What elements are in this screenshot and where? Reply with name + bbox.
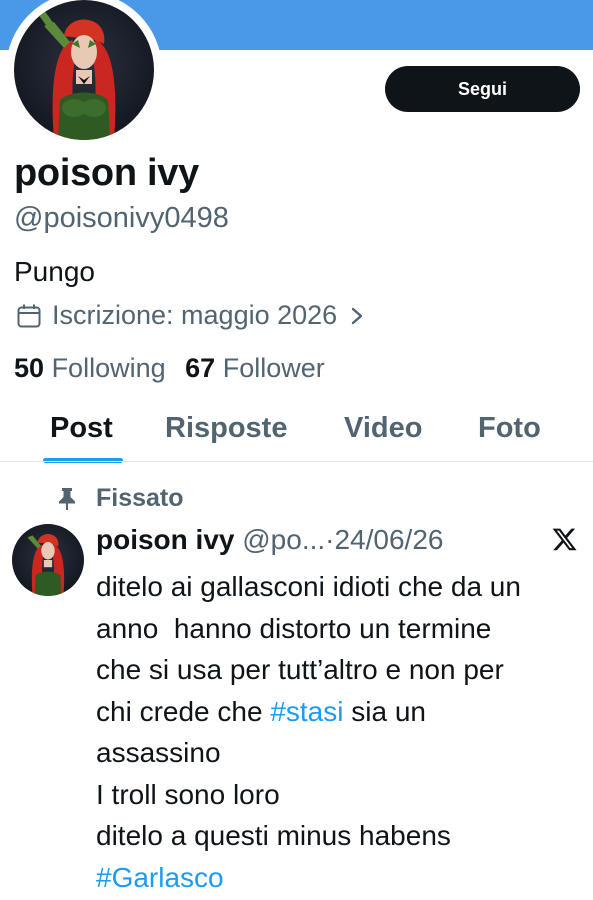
- follow-button[interactable]: Segui: [385, 66, 580, 112]
- post-line: anno hanno distorto un termine: [96, 612, 492, 644]
- joined-date[interactable]: Iscrizione: maggio 2026: [16, 300, 365, 331]
- tab-video[interactable]: Video: [344, 412, 422, 445]
- pinned-indicator: Fissato: [56, 484, 184, 513]
- post-avatar-image: [27, 534, 65, 596]
- post-text-fragment: sia un: [343, 695, 426, 727]
- post-line: chi crede che #stasi sia un: [96, 691, 586, 733]
- post-line: assassino: [96, 737, 221, 768]
- tabs-divider: [0, 461, 593, 462]
- calendar-icon: [17, 304, 41, 327]
- post-date[interactable]: 24/06/26: [334, 524, 443, 555]
- post-line: ditelo a questi minus habens: [96, 820, 451, 851]
- pin-icon: [59, 487, 75, 510]
- profile-tabs: Post Risposte Video Foto: [0, 408, 593, 463]
- followers-label: Follower: [222, 353, 325, 383]
- joined-label: Iscrizione: maggio 2026: [52, 300, 338, 330]
- post-line: ditelo ai gallasconi idioti che da un: [96, 571, 521, 602]
- tab-foto[interactable]: Foto: [478, 412, 541, 445]
- post-body: ditelo ai gallasconi idioti che da un an…: [96, 566, 586, 898]
- tab-post[interactable]: Post: [50, 412, 113, 445]
- tab-risposte[interactable]: Risposte: [165, 412, 287, 445]
- post-line: I troll sono loro: [96, 778, 280, 810]
- post-author-avatar[interactable]: [12, 524, 84, 596]
- profile-avatar[interactable]: [14, 0, 154, 140]
- post-author-name[interactable]: poison ivy: [96, 524, 234, 555]
- post-line: #Garlasco: [96, 857, 586, 899]
- post-author-handle[interactable]: @po...: [242, 524, 325, 555]
- profile-handle: @poisonivy0498: [14, 202, 229, 234]
- x-logo-icon: [552, 528, 577, 551]
- post-text-fragment: chi crede che: [96, 695, 271, 727]
- hashtag-stasi[interactable]: #stasi: [270, 696, 343, 727]
- following-label: Following: [51, 353, 166, 383]
- following-count: 50: [14, 353, 45, 383]
- profile-bio: Pungo: [14, 256, 95, 287]
- post-line: che si usa per tutt’altro e non per: [96, 654, 504, 685]
- hashtag-garlasco[interactable]: #Garlasco: [96, 862, 224, 893]
- avatar-image: [38, 10, 116, 140]
- followers-count: 67: [185, 353, 216, 383]
- profile-stats: 50 Following 67 Follower: [14, 353, 325, 384]
- followers-link[interactable]: 67 Follower: [185, 353, 325, 383]
- chevron-right-icon: [351, 307, 363, 324]
- pinned-label: Fissato: [96, 484, 184, 512]
- following-link[interactable]: 50 Following: [14, 353, 166, 383]
- post-header: poison ivy @po...·24/06/26: [96, 524, 443, 556]
- profile-name: poison ivy: [14, 152, 199, 194]
